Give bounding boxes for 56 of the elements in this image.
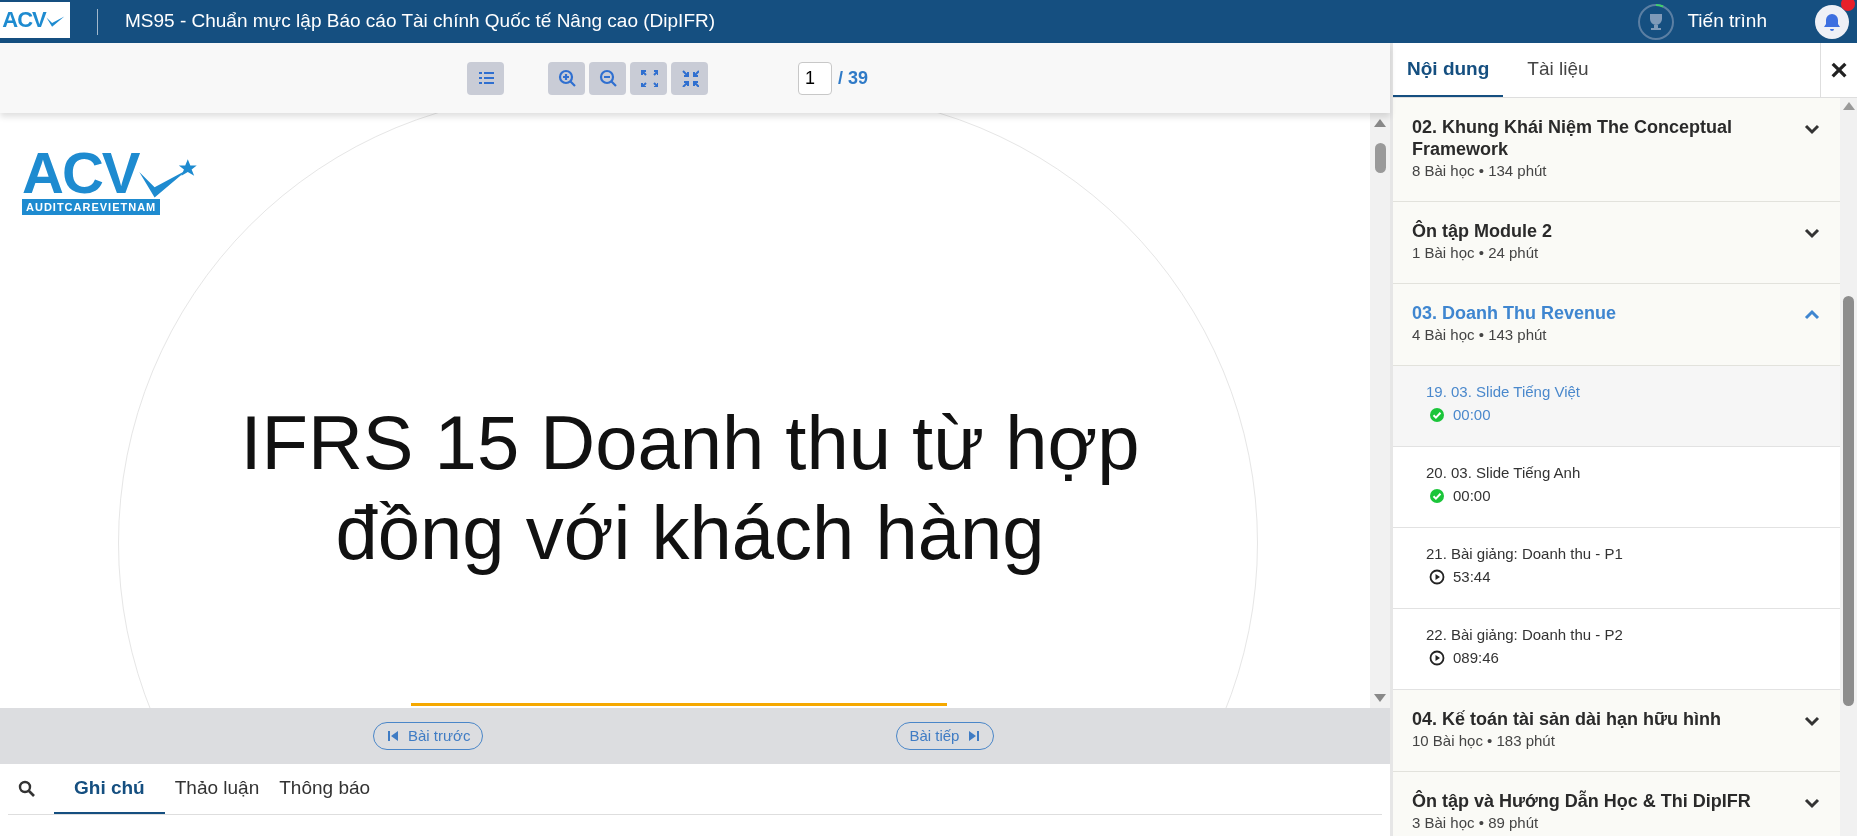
zoom-out-icon [598, 69, 617, 87]
close-button[interactable]: × [1820, 43, 1857, 97]
lesson-duration: 089:46 [1453, 648, 1499, 668]
section-header[interactable]: 02. Khung Khái Niệm The Conceptual Framework 8 Bài học • 134 phút [1393, 98, 1840, 202]
section-header[interactable]: 03. Doanh Thu Revenue 4 Bài học • 143 phút [1393, 284, 1840, 366]
section-meta: 8 Bài học • 134 phút [1412, 161, 1548, 181]
scrollbar[interactable] [1370, 113, 1390, 708]
lesson-item[interactable]: 19. 03. Slide Tiếng Việt 00:00 [1393, 366, 1840, 447]
lesson-duration: 53:44 [1453, 567, 1491, 587]
lesson-duration: 00:00 [1453, 405, 1491, 425]
collapse-icon [680, 69, 699, 87]
section-meta: 10 Bài học • 183 phút [1412, 731, 1556, 751]
tab[interactable]: Ghi chú [54, 764, 165, 814]
check-icon [138, 159, 199, 199]
expand-icon [639, 69, 658, 87]
section-meta: 3 Bài học • 89 phút [1412, 813, 1540, 833]
fullscreen-button[interactable] [630, 61, 667, 95]
notification-button[interactable] [1815, 4, 1849, 39]
page-total: / 39 [838, 66, 869, 90]
exit-fullscreen-button[interactable] [671, 61, 708, 95]
lesson-duration: 00:00 [1453, 486, 1491, 506]
section-title: Ôn tập Module 2 [1412, 220, 1553, 242]
outline-button[interactable] [467, 61, 504, 95]
section-meta: 1 Bài học • 24 phút [1412, 243, 1540, 263]
lesson-title: 22. Bài giảng: Doanh thu - P2 [1426, 625, 1624, 645]
tab[interactable]: Thông báo [269, 764, 381, 814]
search-icon[interactable] [18, 780, 36, 798]
skip-back-icon [386, 729, 400, 743]
course-title: MS95 - Chuẩn mực lập Báo cáo Tài chính Quốc tế Nâng cao (DipIFR) [125, 9, 716, 34]
section-title: 02. Khung Khái Niệm The Conceptual Framework [1412, 116, 1734, 160]
tab[interactable]: Thảo luận [164, 764, 270, 814]
section-title: 04. Kế toán tài sản dài hạn hữu hình [1412, 708, 1723, 730]
section-meta: 4 Bài học • 143 phút [1412, 325, 1548, 345]
scrollbar[interactable] [1840, 98, 1857, 836]
zoom-out-button[interactable] [589, 61, 626, 95]
lesson-title: 21. Bài giảng: Doanh thu - P1 [1426, 544, 1624, 564]
progress-button[interactable]: Tiến trình [1637, 2, 1767, 41]
page-field[interactable]: 1 [798, 61, 832, 95]
list-icon [476, 69, 495, 87]
bell-icon [1822, 11, 1842, 32]
slide-title: IFRS 15 Doanh thu từ hợp đồng với khách hàng [239, 399, 1141, 577]
skip-forward-icon [967, 729, 982, 743]
section-header[interactable]: Ôn tập Module 2 1 Bài học • 24 phút [1393, 202, 1840, 284]
acv-logo: ACV [0, 1, 70, 38]
zoom-in-icon [557, 69, 576, 87]
trophy-icon [1637, 2, 1676, 41]
lesson-title: 19. 03. Slide Tiếng Việt [1426, 382, 1581, 402]
section-header[interactable]: Ôn tập và Hướng Dẫn Học & Thi DipIFR 3 Bài học • 89 phút [1393, 772, 1840, 836]
tab[interactable]: Tài liệu [1503, 43, 1613, 97]
notification-badge [1841, 0, 1855, 11]
acv-logo: ACV AUDITCAREVIETNAM [22, 147, 198, 215]
zoom-in-button[interactable] [548, 61, 585, 95]
section-header[interactable]: 04. Kế toán tài sản dài hạn hữu hình 10 Bài học • 183 phút [1393, 690, 1840, 772]
lesson-title: 20. 03. Slide Tiếng Anh [1426, 463, 1582, 483]
section-title: Ôn tập và Hướng Dẫn Học & Thi DipIFR [1412, 790, 1752, 812]
section-title: 03. Doanh Thu Revenue [1412, 302, 1618, 324]
